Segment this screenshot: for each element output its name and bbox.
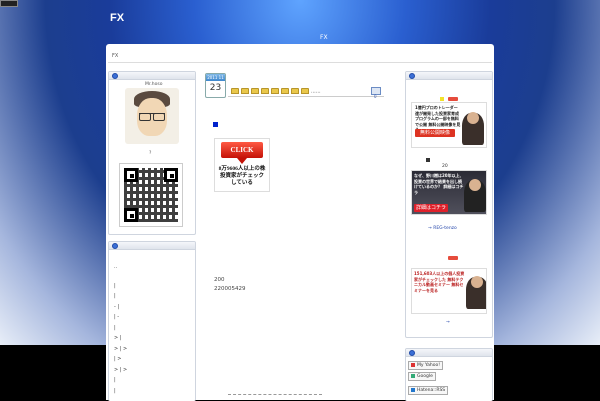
entry-year-month: 2011 11 (206, 74, 225, 81)
plus-icon (411, 373, 415, 378)
list-item[interactable]: | - (114, 312, 127, 323)
bullet-icon (112, 73, 118, 79)
bookmark-hatena[interactable]: Hatena::RSS (408, 386, 449, 395)
list-item[interactable]: | (114, 323, 127, 334)
bullet-icon (426, 158, 430, 162)
ad-button[interactable]: 詳細はコチラ (414, 204, 448, 212)
ads-panel-header (406, 72, 492, 80)
ad-banner-1[interactable]: 1億円プロのトレーダー達が開発した投資家育成プログラムの一部を無料で公開 無料公… (411, 102, 487, 148)
folder-icon (271, 88, 279, 94)
bookmark-label: Google (417, 374, 433, 379)
plus-icon (411, 362, 415, 367)
bullet-icon (409, 350, 415, 356)
list-item[interactable]: | (114, 375, 127, 386)
click-caption: 8万9606人以上の株投資家がチェックしている (218, 166, 266, 186)
list-item[interactable]: | (114, 386, 127, 397)
bullet-icon (440, 97, 444, 101)
list-item[interactable]: | (114, 291, 127, 302)
bookmark-yahoo[interactable]: My Yahoo! (408, 361, 444, 370)
links-panel-header (109, 242, 195, 250)
corner-widget[interactable] (0, 0, 18, 7)
entry-title-dots: ...... (311, 88, 321, 95)
folder-icon (281, 88, 289, 94)
ad-text: 151,603人以上の個人投資家がチェックした 無料テクニカル動画セミナー 無料… (414, 271, 465, 293)
ad-text: なぜ、野川樹は20年以上、投資の世界で結果を出し続けているのか？ 詳細はコチラ (414, 173, 464, 195)
link-list: .. | | - | | - | > | > | > | > > | > | | (114, 262, 127, 396)
site-subtitle: FX (320, 34, 328, 41)
list-item[interactable]: > | > (114, 344, 127, 355)
divider (228, 394, 322, 395)
list-item[interactable]: .. (114, 262, 127, 273)
list-item[interactable]: | (114, 281, 127, 292)
profile-panel-header (109, 72, 195, 80)
ad-person-image (462, 112, 484, 145)
divider (108, 62, 492, 63)
plus-icon (411, 387, 415, 392)
new-badge (448, 97, 458, 101)
ad-button[interactable]: 無料公開映像 (415, 129, 455, 137)
ad-link[interactable]: → REG-tenzo (428, 226, 457, 231)
folder-icon (251, 88, 259, 94)
bookmark-google[interactable]: Google (408, 372, 436, 381)
ad-banner-2[interactable]: なぜ、野川樹は20年以上、投資の世界で結果を出し続けているのか？ 詳細はコチラ … (411, 170, 487, 215)
folder-icon (301, 88, 309, 94)
list-item[interactable]: > | (114, 333, 127, 344)
list-item[interactable]: | > (114, 354, 127, 365)
ad-person-image (464, 179, 486, 212)
comment-count[interactable]: 0 (374, 94, 377, 99)
folder-icon (261, 88, 269, 94)
bookmark-label: My Yahoo! (417, 363, 441, 368)
entry-date: 2011 11 23 (205, 73, 226, 98)
ad-link[interactable]: → (446, 320, 450, 325)
profile-name: Mr.hoso (145, 82, 163, 87)
entry-body-line: 200 (214, 277, 225, 283)
glasses-icon (139, 113, 165, 121)
click-banner[interactable]: CLICK 8万9606人以上の株投資家がチェックしている (214, 138, 270, 192)
bullet-icon (213, 122, 218, 127)
profile-caption: ? (149, 151, 152, 156)
breadcrumb[interactable]: FX (112, 53, 118, 59)
list-item[interactable]: - | (114, 302, 127, 313)
new-badge (448, 256, 458, 260)
qr-corner-icon (124, 208, 138, 222)
bookmark-label: Hatena::RSS (417, 388, 446, 393)
entry-title[interactable]: ...... (231, 88, 321, 95)
qr-code[interactable] (119, 163, 183, 227)
avatar (125, 88, 179, 144)
qr-corner-icon (124, 168, 138, 182)
bookmark-panel-header (406, 349, 492, 357)
bullet-icon (112, 243, 118, 249)
ad-banner-3[interactable]: 151,603人以上の個人投資家がチェックした 無料テクニカル動画セミナー 無料… (411, 268, 487, 314)
folder-icon (241, 88, 249, 94)
list-item[interactable]: > | > (114, 365, 127, 376)
folder-icon (231, 88, 239, 94)
entry-day: 23 (209, 83, 222, 93)
entry-body-line: 220005429 (214, 286, 246, 292)
qr-corner-icon (164, 168, 178, 182)
click-button[interactable]: CLICK (221, 142, 263, 164)
site-title[interactable]: FX (110, 12, 124, 24)
ad-person-image (466, 276, 486, 309)
ad-label: 20 (442, 164, 448, 169)
bullet-icon (409, 73, 415, 79)
entry-body: 200 220005429 (214, 276, 246, 294)
folder-icon (291, 88, 299, 94)
